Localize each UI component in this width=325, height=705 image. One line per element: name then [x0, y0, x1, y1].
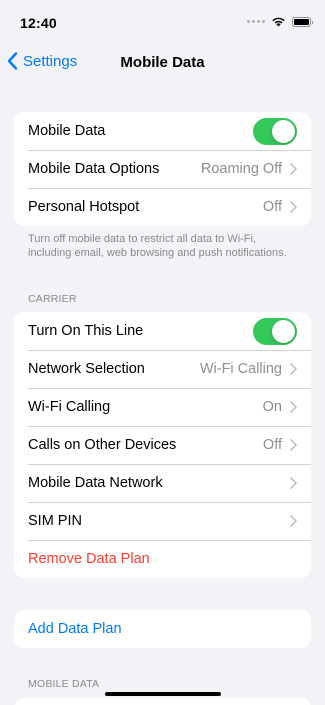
chevron-right-icon: [290, 401, 297, 413]
signal-dots-icon: [247, 20, 265, 23]
network-selection-row[interactable]: Network Selection Wi-Fi Calling: [14, 350, 311, 388]
home-indicator[interactable]: [105, 692, 221, 696]
network-selection-label: Network Selection: [28, 361, 145, 377]
personal-hotspot-label: Personal Hotspot: [28, 199, 140, 215]
add-data-plan-label: Add Data Plan: [28, 621, 122, 637]
status-bar: 12:40: [0, 0, 325, 44]
mobile-data-group: Mobile Data Mobile Data Options Roaming …: [14, 112, 311, 226]
status-icons: [247, 16, 313, 27]
chevron-right-icon: [290, 515, 297, 527]
mobile-data-label: Mobile Data: [28, 123, 106, 139]
add-data-plan-group: Add Data Plan: [14, 610, 311, 648]
calls-other-devices-label: Calls on Other Devices: [28, 437, 177, 453]
page-title: Mobile Data: [120, 54, 205, 71]
add-data-plan-button[interactable]: Add Data Plan: [14, 610, 311, 648]
chevron-right-icon: [290, 477, 297, 489]
wifi-calling-value: On: [262, 399, 282, 415]
chevron-right-icon: [290, 363, 297, 375]
mobile-data-options-value: Roaming Off: [200, 161, 282, 177]
mobile-data-network-label: Mobile Data Network: [28, 475, 163, 491]
turn-on-line-row: Turn On This Line: [14, 312, 311, 350]
status-time: 12:40: [20, 15, 57, 31]
turn-on-line-toggle[interactable]: [253, 317, 297, 345]
calls-other-devices-value: Off: [262, 437, 282, 453]
chevron-right-icon: [290, 439, 297, 451]
turn-on-line-label: Turn On This Line: [28, 323, 144, 339]
chevron-right-icon: [290, 201, 297, 213]
sim-pin-row[interactable]: SIM PIN: [14, 502, 311, 540]
remove-data-plan-button[interactable]: Remove Data Plan: [14, 540, 311, 578]
battery-icon: [292, 16, 313, 27]
mobile-data-section-header: MOBILE DATA: [28, 678, 100, 690]
navigation-bar: Settings Mobile Data: [0, 44, 325, 82]
personal-hotspot-row[interactable]: Personal Hotspot Off: [14, 188, 311, 226]
network-selection-value: Wi-Fi Calling: [199, 361, 282, 377]
wifi-icon: [272, 17, 285, 27]
mobile-data-usage-group: [14, 698, 311, 705]
remove-data-plan-label: Remove Data Plan: [28, 551, 150, 567]
mobile-data-options-row[interactable]: Mobile Data Options Roaming Off: [14, 150, 311, 188]
mobile-data-options-label: Mobile Data Options: [28, 161, 160, 177]
personal-hotspot-value: Off: [262, 199, 282, 215]
mobile-data-footnote: Turn off mobile data to restrict all dat…: [28, 233, 287, 259]
chevron-right-icon: [290, 163, 297, 175]
mobile-data-row: Mobile Data: [14, 112, 311, 150]
mobile-data-toggle[interactable]: [253, 117, 297, 145]
carrier-group: Turn On This Line Network Selection Wi-F…: [14, 312, 311, 578]
mobile-data-network-row[interactable]: Mobile Data Network: [14, 464, 311, 502]
carrier-header: CARRIER: [28, 293, 77, 305]
calls-other-devices-row[interactable]: Calls on Other Devices Off: [14, 426, 311, 464]
wifi-calling-label: Wi-Fi Calling: [28, 399, 111, 415]
sim-pin-label: SIM PIN: [28, 513, 82, 529]
wifi-calling-row[interactable]: Wi-Fi Calling On: [14, 388, 311, 426]
